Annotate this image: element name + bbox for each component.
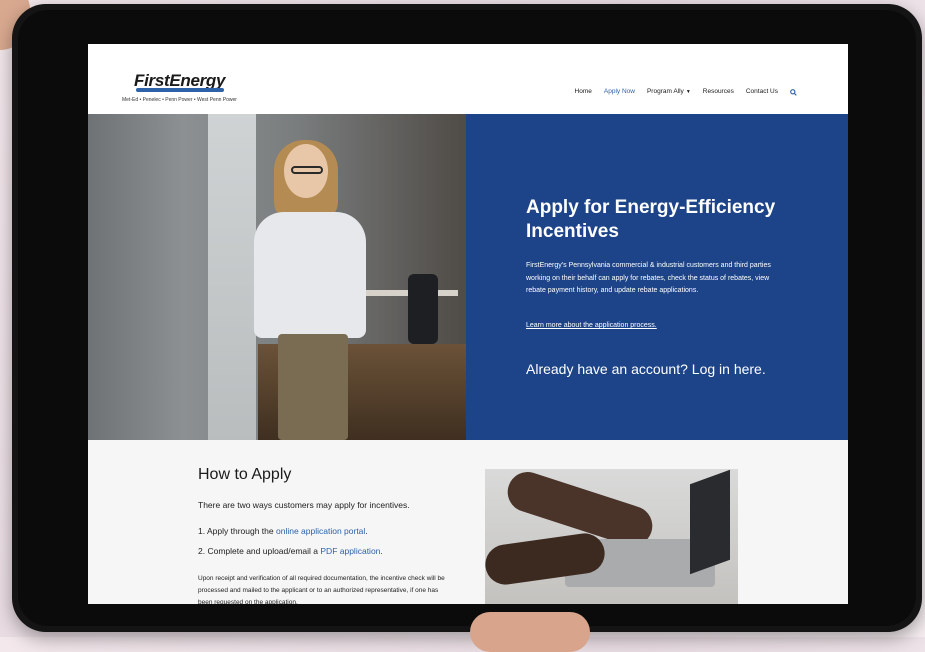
processing-note: Upon receipt and verification of all req… <box>198 575 445 604</box>
learn-more-link[interactable]: Learn more about the application process… <box>526 322 657 329</box>
photo-shirt <box>254 212 366 338</box>
pdf-application-link[interactable]: PDF application <box>320 546 380 556</box>
nav-resources[interactable]: Resources <box>703 88 734 95</box>
hero-title: Apply for Energy-Efficiency Incentives <box>526 197 776 242</box>
nav-home[interactable]: Home <box>575 88 592 95</box>
step-2-suffix: . <box>380 546 383 556</box>
step-2-prefix: 2. Complete and upload/email a <box>198 546 321 556</box>
hero-photo <box>88 114 466 440</box>
step-1-prefix: 1. Apply through the <box>198 526 276 536</box>
hero-panel: Apply for Energy-Efficiency Incentives F… <box>466 114 848 440</box>
how-to-apply-heading: How to Apply <box>198 466 292 483</box>
hand-bottom <box>470 612 590 652</box>
chevron-down-icon: ▼ <box>685 89 691 95</box>
login-link[interactable]: Already have an account? Log in here. <box>526 361 766 377</box>
site-header: FirstEnergy Met-Ed • Penelec • Penn Powe… <box>88 44 848 114</box>
step-1-suffix: . <box>365 526 368 536</box>
nav-program-ally[interactable]: Program Ally ▼ <box>647 88 691 95</box>
hero-description: FirstEnergy's Pennsylvania commercial & … <box>526 262 771 294</box>
photo-window <box>208 114 256 440</box>
step-1: 1. Apply through the online application … <box>198 526 368 536</box>
photo-laptop-screen <box>690 469 730 575</box>
step-2: 2. Complete and upload/email a PDF appli… <box>198 546 383 556</box>
main-nav: Home Apply Now Program Ally ▼ Resources C… <box>575 88 797 96</box>
photo-glasses <box>291 166 323 174</box>
logo-tagline: Met-Ed • Penelec • Penn Power • West Pen… <box>122 97 237 103</box>
nav-apply-now[interactable]: Apply Now <box>604 88 635 95</box>
laptop-photo <box>485 469 738 604</box>
logo-swoosh <box>136 88 224 92</box>
nav-program-ally-label: Program Ally <box>646 88 684 95</box>
photo-pants <box>278 334 348 440</box>
search-icon[interactable] <box>790 88 797 96</box>
online-portal-link[interactable]: online application portal <box>276 526 365 536</box>
nav-contact-us[interactable]: Contact Us <box>746 88 778 95</box>
how-to-apply-intro: There are two ways customers may apply f… <box>198 500 410 510</box>
how-to-apply-section: How to Apply There are two ways customer… <box>88 440 848 604</box>
hero-section: Apply for Energy-Efficiency Incentives F… <box>88 114 848 440</box>
webpage: FirstEnergy Met-Ed • Penelec • Penn Powe… <box>88 44 848 604</box>
photo-chair <box>408 274 438 344</box>
